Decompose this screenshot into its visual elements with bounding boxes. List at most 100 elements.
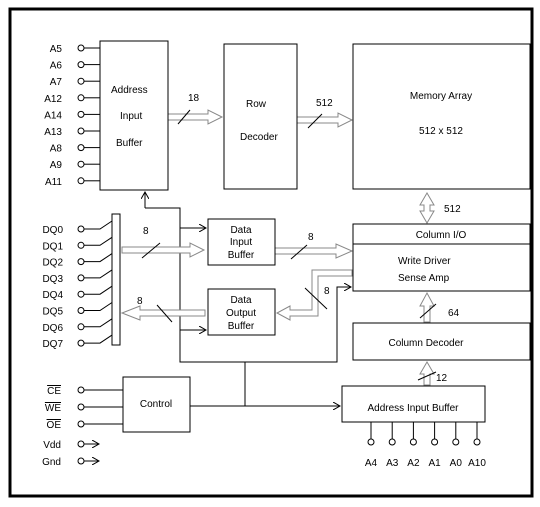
- pin-circle: [77, 323, 85, 331]
- pin-circle: [77, 61, 85, 69]
- memory-array: Memory Array 512 x 512: [352, 43, 531, 190]
- pin-label: A13: [44, 127, 62, 138]
- bus-width-label: 12: [436, 373, 448, 384]
- pin-label: A14: [44, 110, 62, 121]
- pin-label: A2: [407, 458, 420, 469]
- block-label: Write Driver: [398, 256, 451, 267]
- pin-label: DQ7: [42, 339, 63, 350]
- pin-label: Gnd: [42, 457, 61, 468]
- pin-circle: [431, 438, 439, 446]
- pin-label: DQ1: [42, 241, 63, 252]
- row-decoder: Row Decoder: [223, 43, 298, 190]
- block-label: Input: [120, 111, 142, 122]
- block-label: Column I/O: [416, 230, 467, 241]
- block-label: Buffer: [228, 321, 255, 332]
- block-label: Control: [140, 399, 172, 410]
- block-label: 512 x 512: [419, 126, 463, 137]
- pin-circle: [77, 339, 85, 347]
- block-label: Decoder: [240, 132, 278, 143]
- pin-label: DQ6: [42, 323, 63, 334]
- sram-block-diagram: A5A6A7A12A14A13A8A9A11 DQ0DQ1DQ2DQ3DQ4DQ…: [8, 7, 534, 498]
- data-output-buffer: Data Output Buffer: [207, 288, 276, 336]
- pin-label: A9: [50, 160, 63, 171]
- address-pins-bottom: A4 A3 A2 A1 A0 A10: [365, 422, 486, 469]
- pin-circle: [77, 386, 85, 394]
- pin-circle: [452, 438, 460, 446]
- pin-circle: [77, 110, 85, 118]
- block-label: Sense Amp: [398, 273, 450, 284]
- block-label: Buffer: [228, 250, 255, 261]
- bus-width-label: 8: [137, 296, 143, 307]
- pin-circle: [77, 457, 85, 465]
- pin-label: A3: [386, 458, 399, 469]
- block-label: Memory Array: [410, 91, 472, 102]
- block-label: Data: [230, 225, 252, 236]
- pin-circle: [77, 307, 85, 314]
- pin-circle: [77, 274, 85, 282]
- pin-circle: [77, 77, 85, 85]
- address-input-buffer-top: Address Input Buffer: [99, 40, 169, 191]
- pin-circle: [77, 127, 85, 135]
- data-input-buffer: Data Input Buffer: [207, 218, 276, 266]
- pin-label: OE: [47, 420, 62, 431]
- column-decoder: Column Decoder: [352, 322, 531, 361]
- pin-circle: [77, 241, 85, 249]
- pin-label: DQ2: [42, 258, 63, 269]
- pin-label: A6: [50, 61, 63, 72]
- bus-width-label: 8: [143, 226, 149, 237]
- bus-width-label: 8: [324, 286, 330, 297]
- dq-bus-bar: [111, 213, 121, 346]
- pin-circle: [77, 403, 85, 411]
- block-label: Address Input Buffer: [368, 403, 460, 414]
- pin-label: A4: [365, 458, 378, 469]
- pin-circle: [367, 438, 375, 446]
- pin-label: WE: [45, 403, 61, 414]
- write-driver-sense-amp: Write Driver Sense Amp: [352, 243, 531, 292]
- column-io: Column I/O: [352, 223, 531, 245]
- bus-width-label: 512: [316, 98, 333, 109]
- bus-width-label: 64: [448, 308, 460, 319]
- pin-label: DQ4: [42, 290, 63, 301]
- pin-label: DQ3: [42, 274, 63, 285]
- pin-circle: [473, 438, 481, 446]
- pin-label: A11: [45, 177, 62, 188]
- block-label: Column Decoder: [388, 338, 464, 349]
- pin-circle: [77, 94, 85, 102]
- pin-label: DQ5: [42, 307, 63, 318]
- bus-width-label: 18: [188, 93, 200, 104]
- block-label: Row: [246, 99, 267, 110]
- address-pins-top: A5 A6 A7 A12 A14 A13 A8 A9 A11: [44, 44, 100, 188]
- pin-label: DQ0: [42, 225, 63, 236]
- pin-circle: [77, 160, 85, 168]
- block-label: Buffer: [116, 138, 143, 149]
- pin-circle: [388, 438, 396, 446]
- bus-width-label: 512: [444, 204, 461, 215]
- pin-circle: [77, 420, 85, 428]
- pin-label: A12: [44, 94, 62, 105]
- pin-label: A1: [428, 458, 441, 469]
- block-label: Data: [230, 295, 252, 306]
- dq-pins: DQ0 DQ1 DQ2 DQ3 DQ4 DQ5 DQ6 DQ7: [42, 220, 113, 350]
- pin-label: A7: [50, 77, 63, 88]
- pin-label: CE: [47, 386, 61, 397]
- block-label: Input: [230, 237, 252, 248]
- pin-circle: [77, 225, 85, 233]
- pin-label: Vdd: [43, 440, 61, 451]
- pin-circle: [77, 144, 85, 152]
- pin-circle: [409, 438, 417, 446]
- block-label: Output: [226, 308, 256, 319]
- pin-label: A8: [50, 144, 63, 155]
- pin-circle: [77, 44, 85, 52]
- pin-label: A5: [50, 44, 63, 55]
- control-pins: CE WE OE Vdd Gnd: [42, 386, 123, 468]
- control-block: Control: [122, 376, 191, 433]
- pin-circle: [77, 258, 85, 266]
- pin-label: A10: [468, 458, 486, 469]
- address-input-buffer-bottom: Address Input Buffer: [341, 385, 486, 423]
- block-label: Address: [111, 85, 148, 96]
- pin-circle: [77, 290, 85, 298]
- bus-width-label: 8: [308, 232, 314, 243]
- pin-label: A0: [450, 458, 463, 469]
- pin-circle: [77, 440, 85, 448]
- pin-circle: [77, 177, 85, 185]
